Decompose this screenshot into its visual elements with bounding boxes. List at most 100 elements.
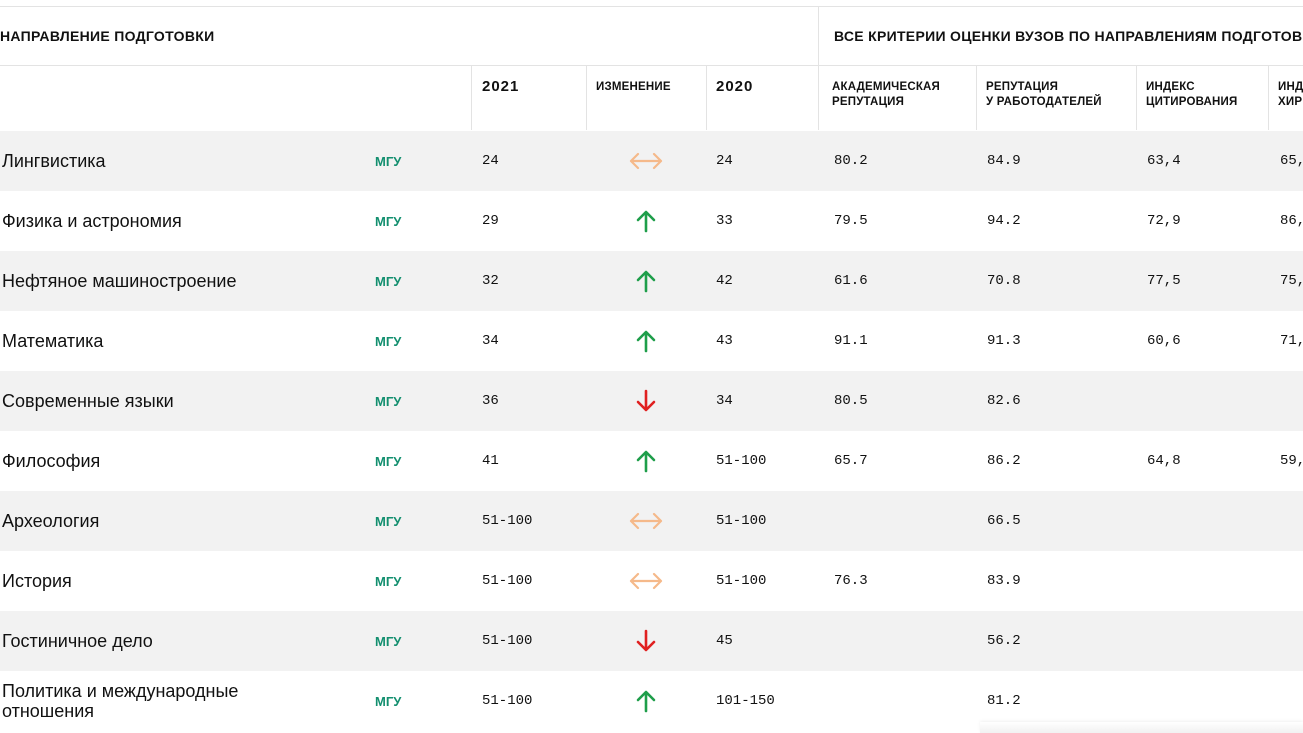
direction-name: Современные языки [2, 391, 174, 411]
citation-index: 63,4 [1147, 153, 1181, 169]
employer-reputation: 66.5 [987, 513, 1021, 529]
col-header-2020[interactable]: 2020 [706, 66, 818, 130]
rank-2021: 51-100 [482, 693, 533, 709]
citation-index: 77,5 [1147, 273, 1181, 289]
col-header-2021[interactable]: 2021 [472, 66, 586, 130]
arrow-both-icon [586, 491, 706, 551]
col-header-employer[interactable]: РЕПУТАЦИЯ У РАБОТОДАТЕЛЕЙ [976, 66, 1136, 130]
academic-reputation: 80.5 [834, 393, 868, 409]
academic-reputation: 65.7 [834, 453, 868, 469]
direction-name: Политика и международные отношения [2, 681, 239, 721]
col-header-academic[interactable]: АКАДЕМИЧЕСКАЯ РЕПУТАЦИЯ [820, 66, 976, 130]
rank-2020: 43 [716, 333, 733, 349]
arrow-down-icon [586, 371, 706, 431]
group-divider [818, 7, 819, 130]
university-link[interactable]: МГУ [375, 491, 401, 551]
university-link[interactable]: МГУ [375, 131, 401, 191]
rank-2020: 24 [716, 153, 733, 169]
academic-reputation: 79.5 [834, 213, 868, 229]
arrow-down-icon [586, 611, 706, 671]
col-header-2021-label: 2021 [482, 78, 520, 95]
col-header-employer-line1: РЕПУТАЦИЯ [986, 81, 1059, 93]
table-row: Современные языки МГУ 36 34 80.5 82.6 [0, 371, 1303, 431]
university-link[interactable]: МГУ [375, 251, 401, 311]
table-row: История МГУ 51-100 51-100 76.3 83.9 [0, 551, 1303, 611]
col-divider [471, 66, 472, 130]
university-link[interactable]: МГУ [375, 371, 401, 431]
academic-reputation: 91.1 [834, 333, 868, 349]
rank-2021: 34 [482, 333, 499, 349]
ranking-table: НАПРАВЛЕНИЕ ПОДГОТОВКИ ВСЕ КРИТЕРИИ ОЦЕН… [0, 0, 1303, 733]
direction-name: Гостиничное дело [2, 631, 153, 651]
citation-index: 60,6 [1147, 333, 1181, 349]
table-row: Математика МГУ 34 43 91.1 91.3 60,6 71,1 [0, 311, 1303, 371]
university-link[interactable]: МГУ [375, 191, 401, 251]
group-header-criteria: ВСЕ КРИТЕРИИ ОЦЕНКИ ВУЗОВ ПО НАПРАВЛЕНИЯ… [834, 28, 1303, 44]
rank-2020: 101-150 [716, 693, 775, 709]
rank-2020: 51-100 [716, 453, 767, 469]
bottom-panel-edge [980, 722, 1303, 733]
direction-name: История [2, 571, 72, 591]
employer-reputation: 91.3 [987, 333, 1021, 349]
employer-reputation: 86.2 [987, 453, 1021, 469]
col-header-academic-line2: РЕПУТАЦИЯ [832, 96, 905, 108]
arrow-up-icon [586, 311, 706, 371]
col-header-2020-label: 2020 [716, 78, 754, 95]
rank-2020: 51-100 [716, 513, 767, 529]
rank-2020: 33 [716, 213, 733, 229]
rank-2021: 29 [482, 213, 499, 229]
col-divider [1268, 66, 1269, 130]
academic-reputation: 61.6 [834, 273, 868, 289]
rank-2021: 51-100 [482, 513, 533, 529]
hirsch-index: 71,1 [1280, 333, 1303, 349]
col-header-academic-line1: АКАДЕМИЧЕСКАЯ [832, 81, 941, 93]
direction-name: Математика [2, 331, 104, 351]
col-divider [706, 66, 707, 130]
col-header-change[interactable]: ИЗМЕНЕНИЕ [586, 66, 706, 130]
table-row: Философия МГУ 41 51-100 65.7 86.2 64,8 59,4 [0, 431, 1303, 491]
arrow-up-icon [586, 431, 706, 491]
rank-2021: 32 [482, 273, 499, 289]
col-header-employer-line2: У РАБОТОДАТЕЛЕЙ [986, 96, 1102, 108]
university-link[interactable]: МГУ [375, 551, 401, 611]
citation-index: 64,8 [1147, 453, 1181, 469]
rank-2021: 51-100 [482, 633, 533, 649]
employer-reputation: 83.9 [987, 573, 1021, 589]
group-header-direction: НАПРАВЛЕНИЕ ПОДГОТОВКИ [0, 28, 215, 44]
table-row: Археология МГУ 51-100 51-100 66.5 [0, 491, 1303, 551]
rank-2021: 51-100 [482, 573, 533, 589]
direction-name: Лингвистика [2, 151, 106, 171]
arrow-up-icon [586, 671, 706, 731]
rank-2020: 34 [716, 393, 733, 409]
academic-reputation: 80.2 [834, 153, 868, 169]
direction-name: Физика и астрономия [2, 211, 182, 231]
col-divider [1136, 66, 1137, 130]
col-divider [586, 66, 587, 130]
university-link[interactable]: МГУ [375, 671, 401, 731]
col-header-hirsch[interactable]: ИНДЕКС ХИРША [1268, 66, 1303, 130]
direction-name: Нефтяное машиностроение [2, 271, 237, 291]
academic-reputation: 76.3 [834, 573, 868, 589]
hirsch-index: 65,7 [1280, 153, 1303, 169]
university-link[interactable]: МГУ [375, 431, 401, 491]
col-divider [976, 66, 977, 130]
rank-2020: 45 [716, 633, 733, 649]
col-header-citation-line1: ИНДЕКС [1146, 81, 1195, 93]
employer-reputation: 84.9 [987, 153, 1021, 169]
employer-reputation: 82.6 [987, 393, 1021, 409]
table-row: Физика и астрономия МГУ 29 33 79.5 94.2 72,9 86… [0, 191, 1303, 251]
col-header-change-label: ИЗМЕНЕНИЕ [596, 81, 671, 93]
rank-2021: 36 [482, 393, 499, 409]
col-header-hirsch-line1: ИНДЕКС [1278, 81, 1303, 93]
employer-reputation: 56.2 [987, 633, 1021, 649]
col-header-citation[interactable]: ИНДЕКС ЦИТИРОВАНИЯ [1136, 66, 1268, 130]
table-row: Нефтяное машиностроение МГУ 32 42 61.6 70.8 77… [0, 251, 1303, 311]
university-link[interactable]: МГУ [375, 611, 401, 671]
university-link[interactable]: МГУ [375, 311, 401, 371]
rank-2020: 51-100 [716, 573, 767, 589]
rank-2021: 24 [482, 153, 499, 169]
hirsch-index: 59,4 [1280, 453, 1303, 469]
employer-reputation: 70.8 [987, 273, 1021, 289]
arrow-up-icon [586, 191, 706, 251]
table-row: Гостиничное дело МГУ 51-100 45 56.2 [0, 611, 1303, 671]
